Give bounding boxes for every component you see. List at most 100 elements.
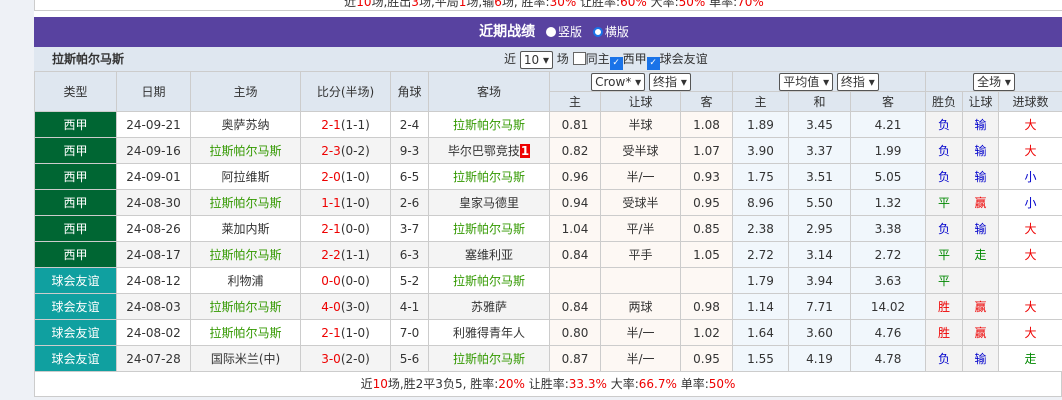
match-type[interactable]: 西甲 <box>34 137 117 164</box>
t: 场,胜2平3负5, 胜率: <box>387 377 499 391</box>
handicap-line: 平手 <box>600 241 681 268</box>
home-team[interactable]: 拉斯帕尔马斯 <box>190 293 301 320</box>
table-row: 西甲 24-08-17 拉斯帕尔马斯 2-2(1-1) 6-3 塞维利亚 0.84 平手 1.0… <box>34 241 1062 268</box>
home-team[interactable]: 拉斯帕尔马斯 <box>190 189 301 216</box>
handicap-line: 半/一 <box>600 319 681 346</box>
section-header: 近期战绩 竖版 横版 <box>34 17 1062 47</box>
score[interactable]: 2-1(0-0) <box>300 215 391 242</box>
match-type[interactable]: 西甲 <box>34 163 117 190</box>
home-team[interactable]: 阿拉维斯 <box>190 163 301 190</box>
europe-home-odds: 8.96 <box>732 189 790 216</box>
th-e-away: 客 <box>850 91 927 112</box>
vertical-layout-radio[interactable]: 竖版 <box>545 25 582 39</box>
match-count-select[interactable]: 10 ▾ <box>519 50 553 69</box>
previous-summary: 近10场,胜出3场,平局1场,输6场, 胜率:30% 让胜率:60% 大率:50… <box>34 0 1062 11</box>
full-time-score: 2-2 <box>321 247 341 262</box>
europe-away-odds: 1.32 <box>850 189 927 216</box>
score[interactable]: 2-2(1-1) <box>300 241 391 268</box>
away-team[interactable]: 拉斯帕尔马斯 <box>428 163 550 190</box>
goals-result: 小 <box>998 189 1062 216</box>
score[interactable]: 3-0(2-0) <box>300 345 391 372</box>
match-type[interactable]: 球会友谊 <box>34 267 117 294</box>
europe-away-odds: 4.76 <box>850 319 927 346</box>
away-team[interactable]: 拉斯帕尔马斯 <box>428 267 550 294</box>
away-team[interactable]: 利雅得青年人 <box>428 319 550 346</box>
europe-draw-odds: 3.45 <box>788 111 852 138</box>
europe-draw-odds: 3.37 <box>788 137 852 164</box>
team-name: 利雅得青年人 <box>452 326 525 340</box>
europe-home-odds: 1.14 <box>732 293 790 320</box>
home-team[interactable]: 利物浦 <box>190 267 301 294</box>
handicap-away-odds: 0.95 <box>679 345 734 372</box>
company-select[interactable]: Crow* ▾ <box>591 72 646 91</box>
radio-selected-icon <box>592 27 603 37</box>
handicap-away-odds: 1.05 <box>679 241 734 268</box>
t: 场,输 <box>466 0 495 9</box>
result: 平 <box>925 267 964 294</box>
handicap-home-odds: 1.04 <box>549 215 601 242</box>
handicap-home-odds: 0.87 <box>549 345 601 372</box>
team-name: 拉斯帕尔马斯 <box>452 222 525 236</box>
away-team[interactable]: 皇家马德里 <box>428 189 550 216</box>
near-label: 近 <box>504 52 517 66</box>
match-type[interactable]: 球会友谊 <box>34 319 117 346</box>
handicap-result: 输 <box>962 345 1000 372</box>
score[interactable]: 2-1(1-1) <box>300 111 391 138</box>
scope-select[interactable]: 全场 ▾ <box>973 72 1015 91</box>
away-team[interactable]: 拉斯帕尔马斯 <box>428 345 550 372</box>
handicap-result: 输 <box>962 111 1000 138</box>
half-time-score: (1-1) <box>340 117 370 132</box>
horizontal-layout-radio[interactable]: 横版 <box>592 25 629 39</box>
home-team[interactable]: 拉斯帕尔马斯 <box>190 241 301 268</box>
away-team[interactable]: 拉斯帕尔马斯 <box>428 215 550 242</box>
score[interactable]: 4-0(3-0) <box>300 293 391 320</box>
average-select[interactable]: 平均值 ▾ <box>779 72 834 91</box>
t: 70% <box>737 0 764 9</box>
home-team[interactable]: 莱加内斯 <box>190 215 301 242</box>
league-checkbox[interactable]: ✓ <box>609 57 623 70</box>
t: 场,平局 <box>418 0 459 9</box>
score[interactable]: 2-1(1-0) <box>300 319 391 346</box>
handicap-home-odds: 0.82 <box>549 137 601 164</box>
away-team[interactable]: 毕尔巴鄂竞技1 <box>428 137 550 164</box>
corner-score: 5-2 <box>390 267 429 294</box>
handicap-odds-select[interactable]: 终指 ▾ <box>649 72 691 91</box>
match-type[interactable]: 球会友谊 <box>34 293 117 320</box>
match-type[interactable]: 西甲 <box>34 111 117 138</box>
goals-result: 大 <box>998 319 1062 346</box>
match-date: 24-08-17 <box>116 241 191 268</box>
match-type[interactable]: 西甲 <box>34 189 117 216</box>
match-type[interactable]: 西甲 <box>34 215 117 242</box>
handicap-line: 半/一 <box>600 163 681 190</box>
home-team[interactable]: 奥萨苏纳 <box>190 111 301 138</box>
score[interactable]: 1-1(1-0) <box>300 189 391 216</box>
match-type[interactable]: 球会友谊 <box>34 345 117 372</box>
unit-label: 场 <box>556 52 569 66</box>
score[interactable]: 2-3(0-2) <box>300 137 391 164</box>
t: 50% <box>708 377 736 391</box>
home-team[interactable]: 拉斯帕尔马斯 <box>190 319 301 346</box>
away-team[interactable]: 塞维利亚 <box>428 241 550 268</box>
home-team[interactable]: 拉斯帕尔马斯 <box>190 137 301 164</box>
match-date: 24-08-02 <box>116 319 191 346</box>
team-name: 苏雅萨 <box>470 300 507 314</box>
europe-home-odds: 3.90 <box>732 137 790 164</box>
team-name: 拉斯帕尔马斯 <box>52 52 125 66</box>
away-team[interactable]: 拉斯帕尔马斯 <box>428 111 550 138</box>
half-time-score: (1-0) <box>340 325 370 340</box>
friendly-checkbox[interactable]: ✓ <box>646 57 660 70</box>
away-team[interactable]: 苏雅萨 <box>428 293 550 320</box>
match-type[interactable]: 西甲 <box>34 241 117 268</box>
score[interactable]: 0-0(0-0) <box>300 267 391 294</box>
europe-odds-select[interactable]: 终指 ▾ <box>836 72 879 91</box>
match-date: 24-08-12 <box>116 267 191 294</box>
score[interactable]: 2-0(1-0) <box>300 163 391 190</box>
result: 平 <box>925 241 964 268</box>
home-team[interactable]: 国际米兰(中) <box>190 345 301 372</box>
same-home-checkbox[interactable] <box>572 52 586 65</box>
th-hres: 让球 <box>962 91 1000 112</box>
match-date: 24-07-28 <box>116 345 191 372</box>
handicap-away-odds: 0.93 <box>679 163 734 190</box>
result: 负 <box>925 137 964 164</box>
handicap-home-odds: 0.94 <box>549 189 601 216</box>
